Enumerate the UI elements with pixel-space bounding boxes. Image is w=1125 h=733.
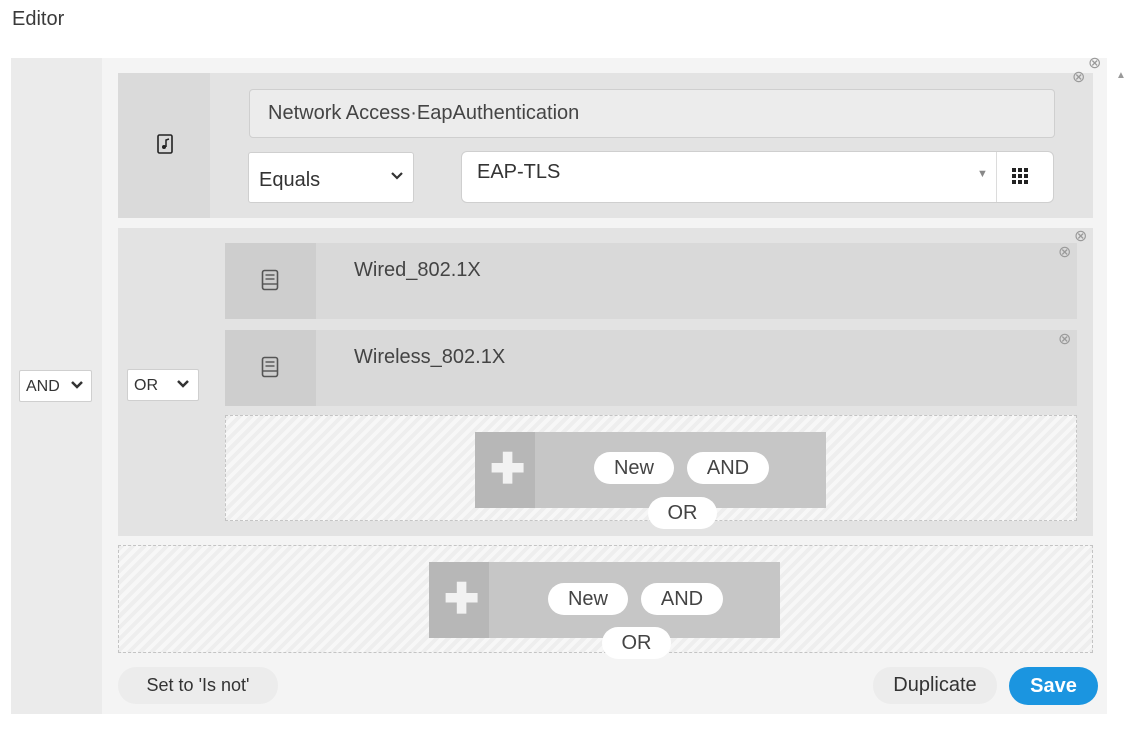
add-button[interactable]: ✚ bbox=[429, 562, 489, 638]
scroll-up-arrow[interactable]: ▲ bbox=[1116, 70, 1125, 81]
library-icon-cell bbox=[225, 330, 316, 406]
group-operator-value: OR bbox=[134, 377, 158, 394]
library-condition-row[interactable]: Wireless_802.1X bbox=[225, 330, 1077, 406]
library-condition-icon bbox=[261, 269, 279, 297]
group-and-button[interactable]: AND bbox=[687, 452, 769, 484]
outer-operator-select[interactable]: AND bbox=[19, 370, 92, 402]
value-combobox-value: EAP-TLS bbox=[477, 161, 561, 183]
plus-icon: ✚ bbox=[444, 575, 480, 622]
duplicate-button[interactable]: Duplicate bbox=[873, 667, 997, 704]
dropdown-arrow-icon[interactable]: ▼ bbox=[977, 168, 988, 180]
library-condition-icon bbox=[261, 356, 279, 384]
close-circle-icon[interactable]: ⊗ bbox=[1058, 245, 1071, 261]
chevron-down-icon bbox=[389, 167, 405, 188]
chevron-down-icon bbox=[70, 376, 84, 397]
close-circle-icon[interactable]: ⊗ bbox=[1072, 70, 1085, 86]
operator-select-value: Equals bbox=[259, 169, 321, 191]
group-or-button[interactable]: OR bbox=[648, 497, 717, 529]
library-condition-label: Wired_802.1X bbox=[354, 259, 481, 281]
remove-condition-icon[interactable]: ⊗ bbox=[1088, 56, 1101, 72]
outer-operator-value: AND bbox=[26, 378, 60, 395]
operator-select[interactable]: Equals bbox=[248, 152, 414, 203]
group-new-button[interactable]: New bbox=[594, 452, 674, 484]
value-separator bbox=[996, 152, 997, 202]
outer-and-button[interactable]: AND bbox=[641, 583, 723, 615]
grid-icon[interactable] bbox=[1011, 167, 1029, 190]
library-condition-row[interactable]: Wired_802.1X bbox=[225, 243, 1077, 319]
group-operator-select[interactable]: OR bbox=[127, 369, 199, 401]
attribute-field[interactable]: Network Access·EapAuthentication bbox=[249, 89, 1055, 138]
add-button[interactable]: ✚ bbox=[475, 432, 535, 508]
set-is-not-button[interactable]: Set to 'Is not' bbox=[118, 667, 278, 704]
save-button[interactable]: Save bbox=[1009, 667, 1098, 705]
outer-new-button[interactable]: New bbox=[548, 583, 628, 615]
editor-title: Editor bbox=[12, 8, 65, 30]
value-combobox[interactable]: EAP-TLS ▼ bbox=[461, 151, 1054, 203]
plus-icon: ✚ bbox=[490, 445, 526, 492]
library-condition-label: Wireless_802.1X bbox=[354, 346, 506, 368]
close-circle-icon[interactable]: ⊗ bbox=[1058, 332, 1071, 348]
library-icon-cell bbox=[225, 243, 316, 319]
dictionary-icon bbox=[157, 134, 173, 159]
chevron-down-icon bbox=[176, 375, 190, 396]
outer-or-button[interactable]: OR bbox=[602, 627, 671, 659]
attribute-field-value: Network Access·EapAuthentication bbox=[268, 102, 580, 124]
